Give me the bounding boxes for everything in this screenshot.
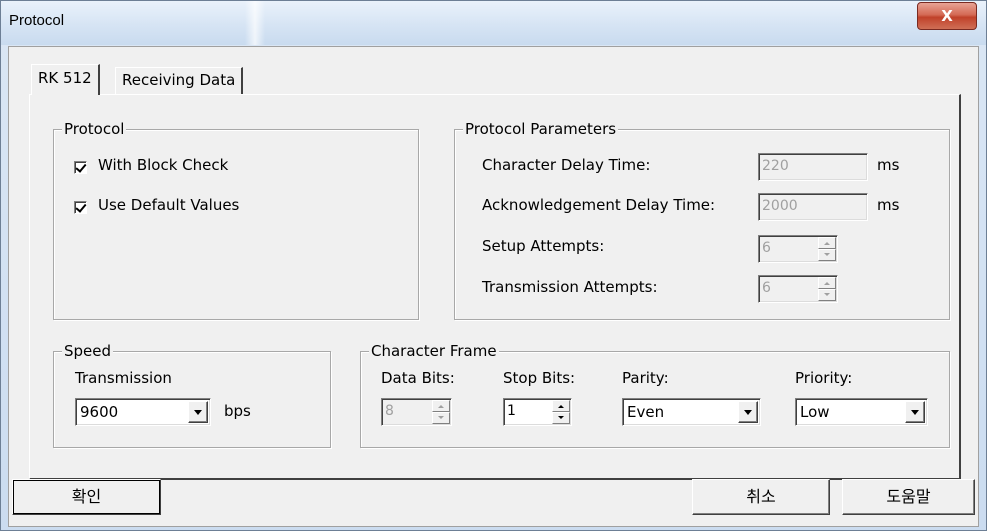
default-values-checkbox[interactable]: [74, 201, 87, 214]
chevron-down-icon[interactable]: [905, 401, 925, 423]
spin-up-icon[interactable]: [432, 400, 450, 412]
transmission-attempts-field[interactable]: 6: [758, 275, 838, 303]
spin-down-icon[interactable]: [818, 249, 836, 261]
speed-group: Speed Transmission 9600 bps: [53, 341, 331, 448]
char-delay-label: Character Delay Time:: [482, 156, 651, 174]
close-button[interactable]: X: [917, 2, 977, 30]
spin-down-icon[interactable]: [552, 412, 570, 424]
character-frame-legend: Character Frame: [369, 341, 499, 361]
ack-delay-field[interactable]: 2000: [758, 193, 868, 221]
spin-up-icon[interactable]: [818, 237, 836, 249]
ack-delay-unit: ms: [877, 196, 900, 214]
transmission-attempts-value: 6: [762, 280, 771, 296]
setup-attempts-field[interactable]: 6: [758, 235, 838, 263]
parity-label: Parity:: [622, 369, 669, 387]
transmission-attempts-spinner[interactable]: [818, 277, 836, 301]
protocol-parameters-group: Protocol Parameters Character Delay Time…: [454, 119, 950, 320]
priority-value: Low: [800, 403, 830, 421]
priority-label: Priority:: [795, 369, 853, 387]
protocol-dialog: Protocol X RK 512 Receiving Data Protoco…: [0, 0, 987, 531]
tab-panel-rk512: Protocol With Block Check Use Default Va…: [29, 94, 961, 480]
tab-receiving-data[interactable]: Receiving Data: [115, 67, 244, 94]
dialog-client-area: RK 512 Receiving Data Protocol With Bloc…: [8, 46, 979, 527]
stop-bits-spinner[interactable]: [552, 400, 570, 424]
chevron-down-icon[interactable]: [738, 401, 758, 423]
spin-down-icon[interactable]: [432, 412, 450, 424]
default-values-label[interactable]: Use Default Values: [98, 196, 239, 214]
block-check-checkbox[interactable]: [74, 161, 87, 174]
protocol-group: Protocol With Block Check Use Default Va…: [53, 119, 419, 320]
ack-delay-label: Acknowledgement Delay Time:: [482, 196, 716, 214]
setup-attempts-spinner[interactable]: [818, 237, 836, 261]
ok-button[interactable]: 확인: [12, 479, 161, 515]
transmission-rate-combo[interactable]: 9600: [75, 398, 211, 426]
title-bar[interactable]: Protocol X: [1, 1, 986, 45]
parity-combo[interactable]: Even: [622, 398, 761, 426]
cancel-button[interactable]: 취소: [692, 479, 830, 515]
setup-attempts-label: Setup Attempts:: [482, 237, 605, 255]
spin-up-icon[interactable]: [552, 400, 570, 412]
window-title: Protocol: [9, 12, 65, 29]
char-delay-field[interactable]: 220: [758, 153, 868, 181]
transmission-unit: bps: [224, 402, 251, 420]
transmission-attempts-label: Transmission Attempts:: [482, 278, 658, 296]
protocol-parameters-legend: Protocol Parameters: [463, 119, 619, 139]
priority-combo[interactable]: Low: [795, 398, 928, 426]
data-bits-spinner[interactable]: [432, 400, 450, 424]
stop-bits-value: 1: [507, 403, 516, 419]
stop-bits-field[interactable]: 1: [503, 398, 572, 426]
char-delay-unit: ms: [877, 156, 900, 174]
help-button[interactable]: 도움말: [842, 479, 975, 515]
chevron-down-icon[interactable]: [188, 401, 208, 423]
data-bits-label: Data Bits:: [381, 369, 455, 387]
title-sheen: [245, 1, 265, 45]
transmission-label: Transmission: [75, 369, 172, 387]
tab-rk512[interactable]: RK 512: [31, 64, 100, 95]
block-check-label[interactable]: With Block Check: [98, 156, 228, 174]
stop-bits-label: Stop Bits:: [503, 369, 576, 387]
data-bits-value: 8: [385, 403, 394, 419]
protocol-group-legend: Protocol: [62, 119, 127, 139]
spin-up-icon[interactable]: [818, 277, 836, 289]
character-frame-group: Character Frame Data Bits: 8 Stop Bits: …: [360, 341, 950, 448]
data-bits-field[interactable]: 8: [381, 398, 452, 426]
setup-attempts-value: 6: [762, 240, 771, 256]
spin-down-icon[interactable]: [818, 289, 836, 301]
parity-value: Even: [627, 403, 665, 421]
transmission-rate-value: 9600: [80, 403, 119, 421]
speed-group-legend: Speed: [62, 341, 114, 361]
